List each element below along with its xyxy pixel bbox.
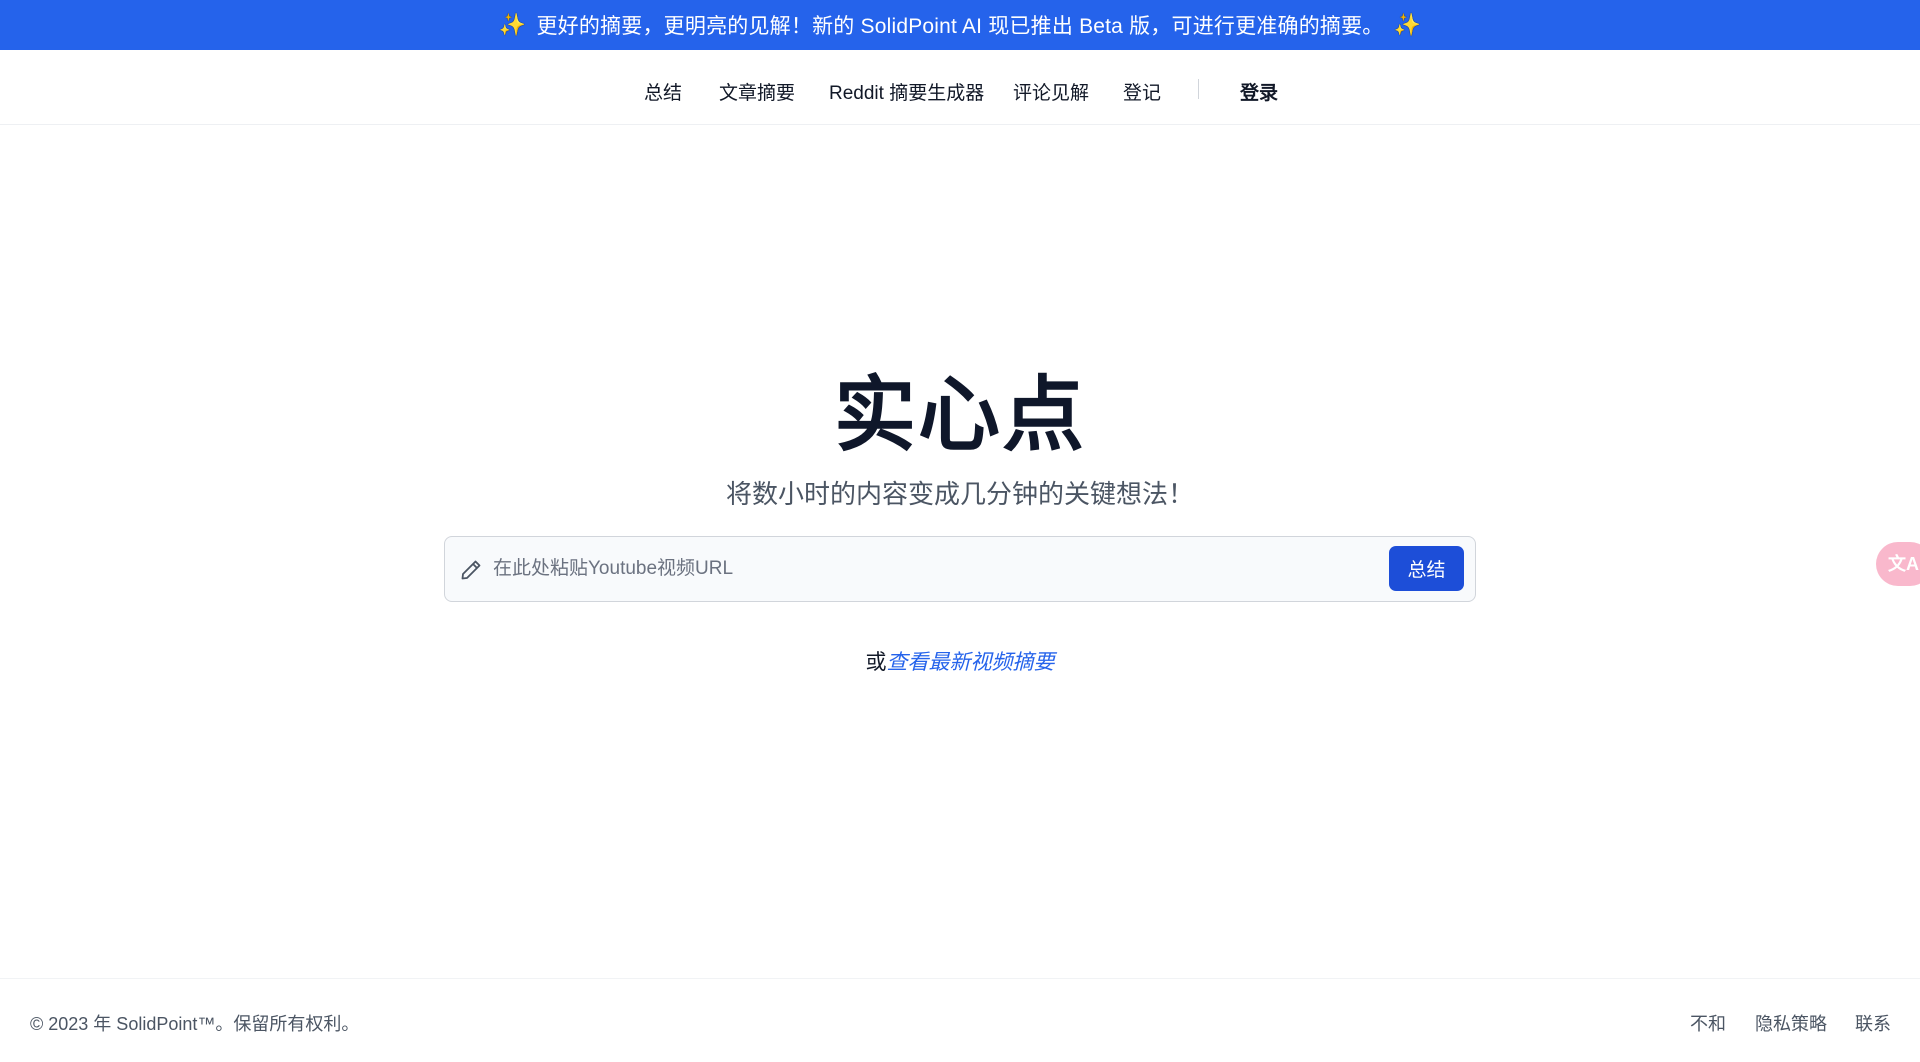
page: ✨ 更好的摘要，更明亮的见解！新的 SolidPoint AI 现已推出 Bet… — [0, 0, 1920, 1062]
nav-item-register[interactable]: 登记 — [1123, 78, 1161, 105]
footer-link-contact[interactable]: 联系 — [1855, 1010, 1891, 1036]
translate-widget-button[interactable]: 文A — [1876, 542, 1920, 586]
translate-icon: 文A — [1888, 554, 1919, 574]
or-prefix: 或 — [865, 651, 887, 674]
page-title: 实心点 — [833, 370, 1086, 461]
page-subtitle: 将数小时的内容变成几分钟的关键想法！ — [725, 479, 1194, 509]
pencil-icon — [461, 560, 481, 580]
announcement-banner[interactable]: ✨ 更好的摘要，更明亮的见解！新的 SolidPoint AI 现已推出 Bet… — [0, 0, 1920, 50]
footer-copyright: © 2023 年 SolidPoint™。保留所有权利。 — [30, 1014, 360, 1034]
sparkles-icon: ✨ — [498, 12, 527, 37]
video-url-input[interactable] — [493, 549, 1313, 589]
sparkles-icon: ✨ — [1393, 12, 1422, 37]
nav-item-article-summary[interactable]: 文章摘要 — [719, 78, 795, 105]
nav-item-reddit-summary-generator[interactable]: Reddit 摘要生成器 — [829, 78, 984, 105]
nav-divider — [1198, 79, 1199, 99]
latest-summaries-line: 或查看最新视频摘要 — [0, 646, 1920, 676]
url-search-box: 总结 — [444, 536, 1476, 602]
summarize-button[interactable]: 总结 — [1389, 546, 1464, 591]
footer-link-privacy-policy[interactable]: 隐私策略 — [1755, 1010, 1827, 1036]
nav-item-review-insights[interactable]: 评论见解 — [1013, 78, 1089, 105]
nav-item-summarize[interactable]: 总结 — [644, 78, 682, 105]
login-link[interactable]: 登录 — [1240, 78, 1278, 105]
banner-text: 更好的摘要，更明亮的见解！新的 SolidPoint AI 现已推出 Beta … — [536, 15, 1384, 38]
top-navigation: 总结 文章摘要 Reddit 摘要生成器 评论见解 登记 登录 — [0, 50, 1920, 125]
footer: © 2023 年 SolidPoint™。保留所有权利。 不和 隐私策略 联系 — [0, 978, 1920, 1062]
footer-link-discord[interactable]: 不和 — [1690, 1010, 1726, 1036]
latest-video-summaries-link[interactable]: 查看最新视频摘要 — [887, 651, 1055, 674]
